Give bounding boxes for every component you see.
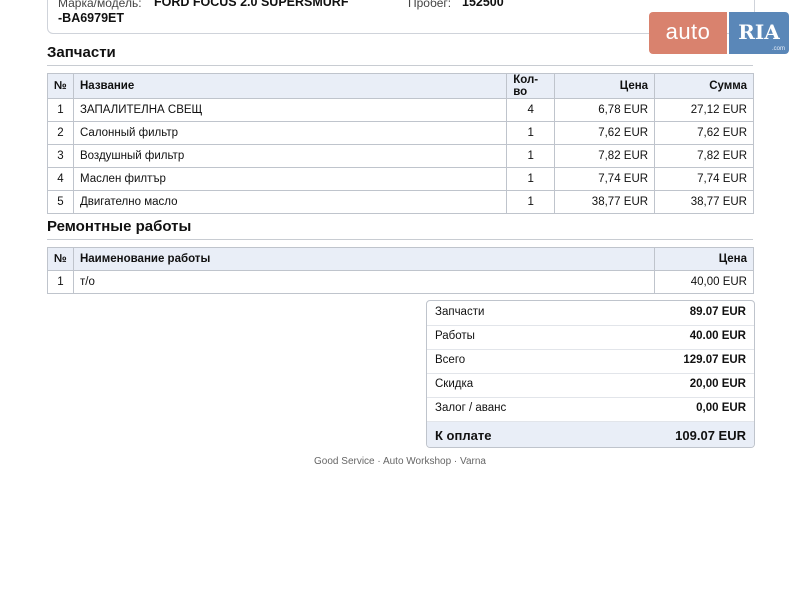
row-qty: 1 bbox=[506, 144, 556, 168]
summary-value: 40.00 EUR bbox=[689, 330, 746, 342]
row-num: 2 bbox=[47, 121, 74, 145]
works-col-name: Наименование работы bbox=[72, 247, 656, 271]
row-name: ЗАПАЛИТЕЛНА СВЕЩ bbox=[72, 98, 508, 122]
table-row: 1 т/о 40,00 EUR bbox=[47, 270, 754, 294]
summary-value: 20,00 EUR bbox=[689, 378, 746, 390]
row-num: 3 bbox=[47, 144, 74, 168]
summary-row-total: Всего 129.07 EUR bbox=[427, 349, 754, 374]
logo-ria-text: RIA bbox=[738, 20, 780, 44]
table-row: 3 Воздушный фильтр 1 7,82 EUR 7,82 EUR bbox=[47, 144, 754, 168]
works-col-num: № bbox=[47, 247, 74, 271]
table-row: 5 Двигателно масло 1 38,77 EUR 38,77 EUR bbox=[47, 190, 754, 214]
works-col-price: Цена bbox=[654, 247, 754, 271]
table-row: 1 ЗАПАЛИТЕЛНА СВЕЩ 4 6,78 EUR 27,12 EUR bbox=[47, 98, 754, 122]
summary-row-amount-due: К оплате 109.07 EUR bbox=[427, 422, 754, 447]
amount-due-label: К оплате bbox=[435, 428, 492, 443]
row-sum: 7,82 EUR bbox=[654, 144, 754, 168]
row-name: Двигателно масло bbox=[72, 190, 508, 214]
summary-label: Всего bbox=[435, 354, 466, 366]
row-price: 7,62 EUR bbox=[554, 121, 656, 145]
summary-label: Работы bbox=[435, 330, 475, 342]
parts-col-qty: Кол-во bbox=[506, 73, 556, 99]
parts-col-name: Название bbox=[72, 73, 508, 99]
parts-section-title: Запчасти bbox=[47, 44, 753, 66]
vehicle-plate: -BA6979ET bbox=[58, 11, 124, 25]
summary-row-parts: Запчасти 89.07 EUR bbox=[427, 301, 754, 326]
row-qty: 1 bbox=[506, 121, 556, 145]
row-num: 5 bbox=[47, 190, 74, 214]
summary-value: 0,00 EUR bbox=[696, 402, 746, 414]
row-sum: 38,77 EUR bbox=[654, 190, 754, 214]
works-table: № Наименование работы Цена 1 т/о 40,00 E… bbox=[47, 247, 754, 294]
vehicle-model-label: Марка/модель: bbox=[58, 0, 142, 10]
row-sum: 7,62 EUR bbox=[654, 121, 754, 145]
row-name: Воздушный фильтр bbox=[72, 144, 508, 168]
row-price: 7,82 EUR bbox=[554, 144, 656, 168]
summary-row-deposit: Залог / аванс 0,00 EUR bbox=[427, 397, 754, 422]
row-price: 40,00 EUR bbox=[654, 270, 754, 294]
vehicle-model-value: FORD FOCUS 2.0 SUPERSMURF bbox=[154, 0, 349, 9]
summary-row-works: Работы 40.00 EUR bbox=[427, 325, 754, 350]
row-name: т/о bbox=[72, 270, 656, 294]
row-qty: 4 bbox=[506, 98, 556, 122]
row-price: 6,78 EUR bbox=[554, 98, 656, 122]
logo-com-text: .com bbox=[771, 46, 785, 52]
row-sum: 7,74 EUR bbox=[654, 167, 754, 191]
works-table-header: № Наименование работы Цена bbox=[47, 247, 754, 271]
row-price: 38,77 EUR bbox=[554, 190, 656, 214]
row-num: 1 bbox=[47, 270, 74, 294]
row-name: Маслен филтър bbox=[72, 167, 508, 191]
parts-table-header: № Название Кол-во Цена Сумма bbox=[47, 73, 754, 99]
row-num: 1 bbox=[47, 98, 74, 122]
summary-value: 89.07 EUR bbox=[689, 306, 746, 318]
parts-col-sum: Сумма bbox=[654, 73, 754, 99]
summary-label: Скидка bbox=[435, 378, 474, 390]
summary-label: Залог / аванс bbox=[435, 402, 507, 414]
mileage-label: Пробег: bbox=[408, 0, 452, 10]
parts-col-num: № bbox=[47, 73, 74, 99]
row-price: 7,74 EUR bbox=[554, 167, 656, 191]
amount-due-value: 109.07 EUR bbox=[675, 428, 746, 443]
works-section-title: Ремонтные работы bbox=[47, 218, 753, 240]
row-qty: 1 bbox=[506, 167, 556, 191]
row-name: Салонный фильтр bbox=[72, 121, 508, 145]
summary-box: Запчасти 89.07 EUR Работы 40.00 EUR Всег… bbox=[426, 300, 755, 448]
parts-col-price: Цена bbox=[554, 73, 656, 99]
summary-row-discount: Скидка 20,00 EUR bbox=[427, 373, 754, 398]
mileage-value: 152500 bbox=[462, 0, 504, 9]
parts-table: № Название Кол-во Цена Сумма 1 ЗАПАЛИТЕЛ… bbox=[47, 73, 754, 214]
summary-label: Запчасти bbox=[435, 306, 485, 318]
row-qty: 1 bbox=[506, 190, 556, 214]
footer-text: Good Service · Auto Workshop · Varna bbox=[314, 456, 486, 467]
table-row: 4 Маслен филтър 1 7,74 EUR 7,74 EUR bbox=[47, 167, 754, 191]
summary-value: 129.07 EUR bbox=[683, 354, 746, 366]
table-row: 2 Салонный фильтр 1 7,62 EUR 7,62 EUR bbox=[47, 121, 754, 145]
row-num: 4 bbox=[47, 167, 74, 191]
row-sum: 27,12 EUR bbox=[654, 98, 754, 122]
